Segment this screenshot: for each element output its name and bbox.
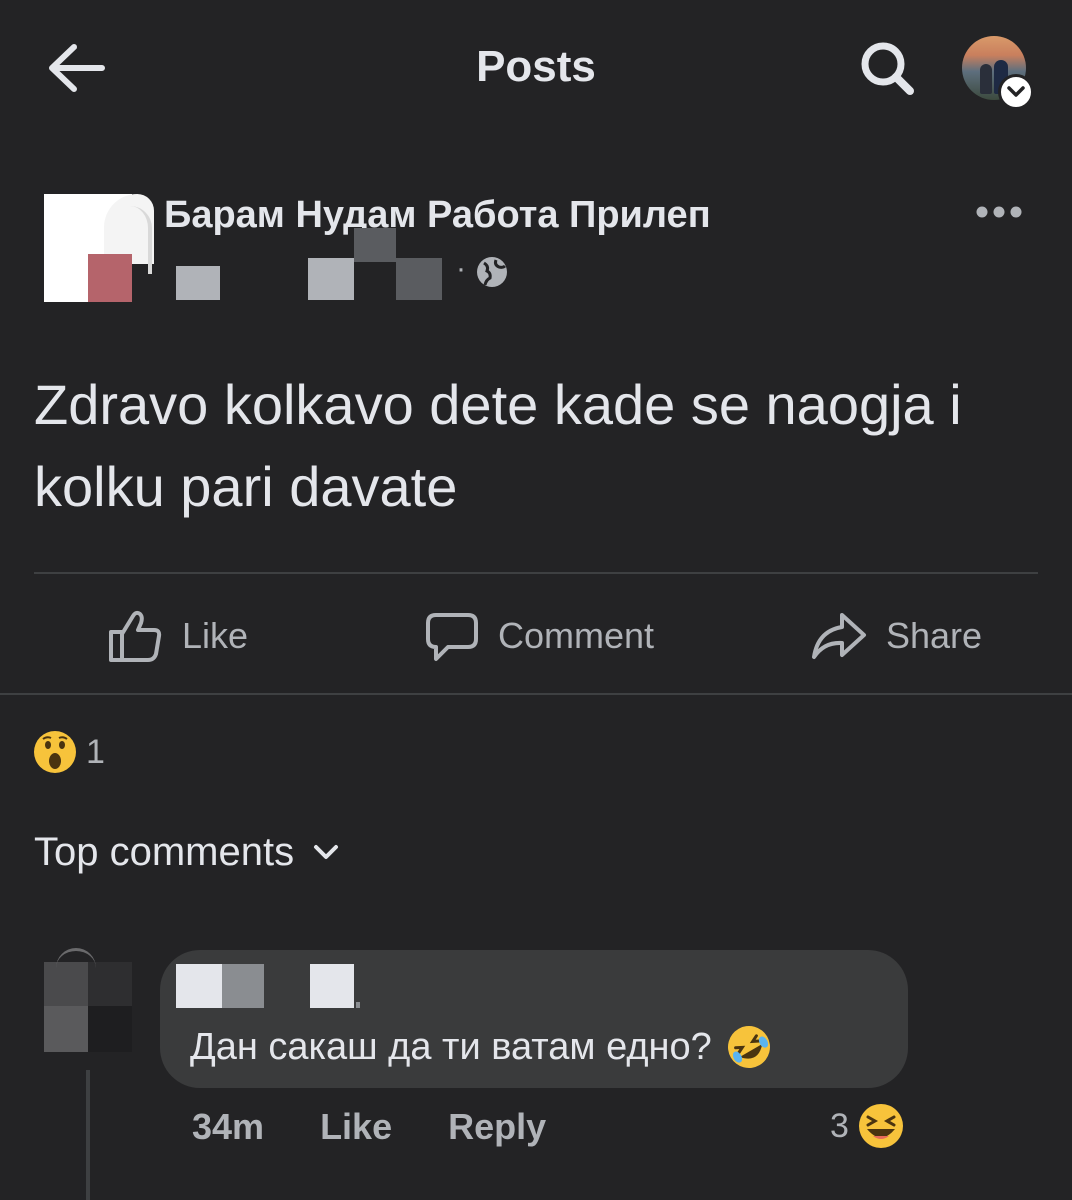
post-text: Zdravo kolkavo dete kade se naogja i kol… bbox=[34, 373, 962, 518]
comment-like-button[interactable]: Like bbox=[320, 1106, 392, 1148]
arrow-left-icon bbox=[49, 44, 105, 92]
reaction-count: 1 bbox=[86, 732, 105, 771]
chevron-down-icon bbox=[998, 74, 1034, 110]
share-label: Share bbox=[886, 615, 983, 656]
wow-emoji-icon bbox=[34, 731, 76, 773]
back-button[interactable] bbox=[40, 36, 112, 100]
share-icon bbox=[812, 613, 866, 659]
more-icon bbox=[976, 206, 1022, 218]
haha-emoji-icon bbox=[858, 1104, 903, 1148]
page-name[interactable]: Барам Нудам Работа Прилеп bbox=[164, 194, 711, 237]
globe-icon bbox=[477, 257, 507, 287]
like-label: Like bbox=[182, 615, 249, 656]
comment-reply-button[interactable]: Reply bbox=[448, 1106, 546, 1148]
divider bbox=[34, 572, 1038, 574]
comment-sort-label: Top comments bbox=[34, 830, 295, 874]
page-avatar[interactable] bbox=[44, 194, 154, 302]
post-meta-redacted: · bbox=[164, 228, 524, 304]
rofl-emoji-icon bbox=[727, 1026, 770, 1068]
page-title: Posts bbox=[476, 42, 596, 91]
comment-label: Comment bbox=[498, 615, 655, 656]
more-options-button[interactable] bbox=[970, 192, 1028, 232]
commenter-avatar[interactable] bbox=[44, 948, 134, 1052]
comment-reaction-summary[interactable]: 3 bbox=[830, 1102, 905, 1150]
divider bbox=[0, 693, 1072, 695]
thumbs-up-icon bbox=[109, 610, 162, 662]
comment-actions: 34m Like Reply bbox=[192, 1106, 602, 1148]
comment-reaction-count: 3 bbox=[830, 1106, 849, 1145]
search-icon bbox=[861, 42, 914, 95]
top-bar: Posts bbox=[0, 0, 1072, 140]
comment-text: Дан сакаш да ти ватам едно? bbox=[190, 1022, 774, 1072]
search-button[interactable] bbox=[850, 36, 922, 100]
share-button[interactable]: Share bbox=[810, 600, 982, 672]
comment-sort-dropdown[interactable]: Top comments bbox=[34, 830, 340, 875]
thread-line bbox=[86, 1070, 90, 1200]
chevron-down-icon bbox=[314, 844, 339, 859]
profile-menu-button[interactable] bbox=[960, 34, 1040, 110]
comment-time: 34m bbox=[192, 1106, 265, 1147]
reaction-summary[interactable]: 1 bbox=[32, 728, 105, 776]
comment-bubble[interactable]: Дан сакаш да ти ватам едно? bbox=[160, 950, 908, 1088]
comment-button[interactable]: Comment bbox=[424, 600, 654, 672]
comment-icon bbox=[426, 613, 478, 661]
like-button[interactable]: Like bbox=[106, 600, 248, 672]
